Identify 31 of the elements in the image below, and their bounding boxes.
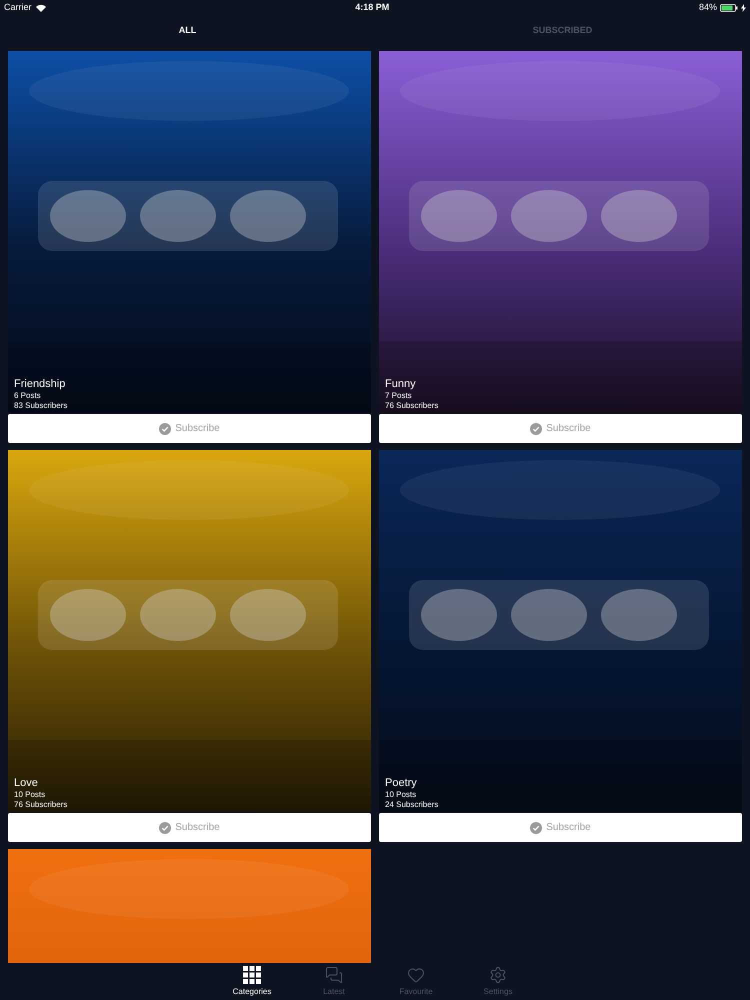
category-title: Friendship [14, 377, 66, 391]
category-title: Funny [385, 377, 417, 391]
category-title: Poetry [385, 776, 418, 790]
subscriber-count: 76 Subscribers [14, 800, 68, 810]
posts-count: 6 Posts [14, 391, 42, 401]
subscribe-button[interactable]: Subscribe [8, 414, 371, 443]
status-time: 4:18 PM [355, 0, 390, 14]
posts-count: 7 Posts [385, 391, 413, 401]
carrier-label: Carrier [4, 0, 32, 14]
subscriber-count: 83 Subscribers [14, 401, 68, 411]
subscribe-button[interactable]: Subscribe [8, 813, 371, 842]
segment-tab[interactable]: SUBSCRIBED [375, 15, 750, 46]
heart-icon [407, 966, 425, 984]
tab-bar-item[interactable]: Categories [221, 963, 283, 1000]
posts-count: 10 Posts [14, 790, 46, 800]
subscriber-count: 76 Subscribers [385, 401, 438, 411]
wifi-icon [36, 4, 46, 12]
subscribe-button[interactable]: Subscribe [379, 813, 742, 842]
subscribe-button[interactable]: Subscribe [379, 414, 742, 443]
battery-icon [720, 4, 738, 12]
settings-icon [489, 966, 507, 984]
category-title: Love [14, 776, 39, 790]
tab-bar-item[interactable]: Favourite [385, 963, 447, 1000]
tab-bar-item[interactable]: Latest [303, 963, 365, 1000]
posts-count: 10 Posts [385, 790, 418, 800]
subscriber-count: 24 Subscribers [385, 800, 438, 810]
tab-bar-item[interactable]: Settings [467, 963, 529, 1000]
grid-icon [243, 966, 261, 984]
segment-tab[interactable]: ALL [0, 15, 375, 46]
battery-percent: 84% [698, 0, 717, 14]
chat-bubbles-icon [325, 966, 343, 984]
